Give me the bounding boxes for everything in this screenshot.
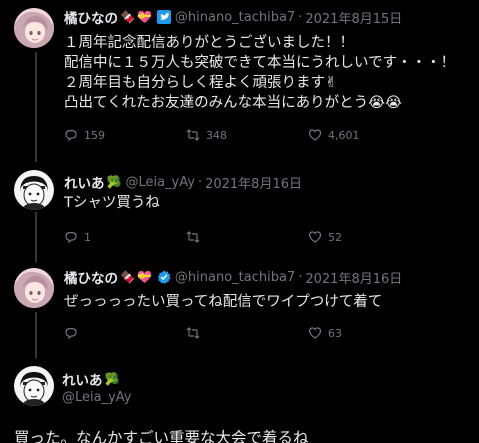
tweet-text: Tシャツ買うね bbox=[64, 195, 160, 211]
like-count: 4,601 bbox=[328, 128, 360, 142]
thread-line bbox=[35, 212, 37, 262]
retweet-button[interactable]: 348 bbox=[186, 128, 308, 142]
heart-ribbon-emoji: 💝 bbox=[136, 270, 152, 284]
reply-button[interactable]: 159 bbox=[64, 128, 186, 142]
avatar-image bbox=[14, 8, 54, 48]
action-bar: 1 52 bbox=[64, 230, 430, 244]
retweet-count: 348 bbox=[206, 128, 227, 142]
handle[interactable]: @hinano_tachiba7 bbox=[175, 10, 295, 25]
display-name[interactable]: れいあ bbox=[64, 172, 105, 192]
avatar-hinano[interactable] bbox=[14, 268, 54, 308]
like-button[interactable]: 52 bbox=[308, 230, 430, 244]
retweet-button[interactable] bbox=[186, 326, 308, 340]
separator-dot: · bbox=[298, 269, 303, 285]
handle[interactable]: @Leia_yAy bbox=[62, 390, 132, 405]
avatar-hinano[interactable] bbox=[14, 8, 54, 48]
reply-count: 159 bbox=[84, 128, 105, 142]
avatar-leia[interactable] bbox=[14, 366, 54, 406]
retweet-icon bbox=[186, 327, 200, 339]
tweet-text: 買った。なんかすごい重要な大会で着るね bbox=[14, 429, 309, 443]
separator-dot: · bbox=[298, 9, 303, 25]
tweet-header: 橘ひなの 🍫 💝 @hinano_tachiba7 · 2021年8月15日 bbox=[64, 7, 402, 28]
tweet-header: れいあ 🥦 bbox=[62, 369, 119, 389]
broccoli-emoji: 🥦 bbox=[104, 372, 120, 386]
tweet-4-focused: れいあ 🥦 @Leia_yAy 買った。なんかすごい重要な大会で着るね bbox=[0, 360, 479, 443]
like-button[interactable]: 4,601 bbox=[308, 128, 430, 142]
tweet-date[interactable]: 2021年8月16日 bbox=[305, 268, 402, 287]
tweet-3: 橘ひなの 🍫 💝 @hinano_tachiba7 · 2021年8月16日 ぜ… bbox=[0, 260, 479, 360]
avatar-image bbox=[14, 170, 54, 210]
heart-ribbon-emoji: 💝 bbox=[136, 10, 152, 24]
like-icon bbox=[308, 129, 322, 141]
reply-button[interactable] bbox=[64, 326, 186, 340]
tweet-1: 橘ひなの 🍫 💝 @hinano_tachiba7 · 2021年8月15日 １… bbox=[0, 0, 479, 162]
handle[interactable]: @hinano_tachiba7 bbox=[175, 270, 295, 285]
tweet-text: １周年記念配信ありがとうございました！！ 配信中に１５万人も突破できて本当にうれ… bbox=[64, 35, 456, 111]
thread-line bbox=[35, 52, 37, 162]
display-name[interactable]: 橘ひなの bbox=[64, 7, 118, 27]
reply-icon bbox=[65, 327, 77, 340]
thread-line bbox=[35, 312, 37, 358]
action-bar: 63 bbox=[64, 326, 430, 340]
action-bar: 159 348 4,601 bbox=[64, 128, 430, 142]
reply-count: 1 bbox=[84, 230, 91, 244]
avatar-image bbox=[14, 268, 54, 308]
avatar-leia[interactable] bbox=[14, 170, 54, 210]
tweet-date[interactable]: 2021年8月16日 bbox=[205, 173, 302, 192]
separator-dot: · bbox=[197, 174, 203, 190]
reply-icon bbox=[65, 129, 77, 142]
verified-icon bbox=[157, 270, 171, 284]
like-count: 52 bbox=[328, 230, 342, 244]
like-icon bbox=[308, 327, 322, 339]
retweet-icon bbox=[186, 129, 200, 141]
tweet-header: 橘ひなの 🍫 💝 @hinano_tachiba7 · 2021年8月16日 bbox=[64, 267, 402, 288]
display-name[interactable]: 橘ひなの bbox=[64, 267, 118, 287]
tweet-header: れいあ 🥦 @Leia_yAy · 2021年8月16日 bbox=[64, 172, 302, 193]
display-name[interactable]: れいあ bbox=[62, 369, 103, 389]
like-count: 63 bbox=[328, 326, 342, 340]
chocolate-emoji: 🍫 bbox=[120, 270, 135, 284]
chocolate-emoji: 🍫 bbox=[120, 10, 135, 24]
tweet-text: ぜっっっったい買ってね配信でワイプつけて着て bbox=[64, 294, 383, 310]
handle[interactable]: @Leia_yAy bbox=[125, 175, 195, 190]
retweet-button[interactable] bbox=[186, 230, 308, 244]
tweet-2: れいあ 🥦 @Leia_yAy · 2021年8月16日 Tシャツ買うね 1 5… bbox=[0, 160, 479, 262]
reply-icon bbox=[65, 231, 77, 244]
like-button[interactable]: 63 bbox=[308, 326, 430, 340]
avatar-image bbox=[14, 366, 54, 406]
like-icon bbox=[308, 231, 322, 243]
broccoli-emoji: 🥦 bbox=[106, 175, 122, 189]
tweet-date[interactable]: 2021年8月15日 bbox=[305, 8, 402, 27]
retweet-icon bbox=[186, 231, 200, 243]
bird-icon bbox=[156, 10, 171, 24]
reply-button[interactable]: 1 bbox=[64, 230, 186, 244]
